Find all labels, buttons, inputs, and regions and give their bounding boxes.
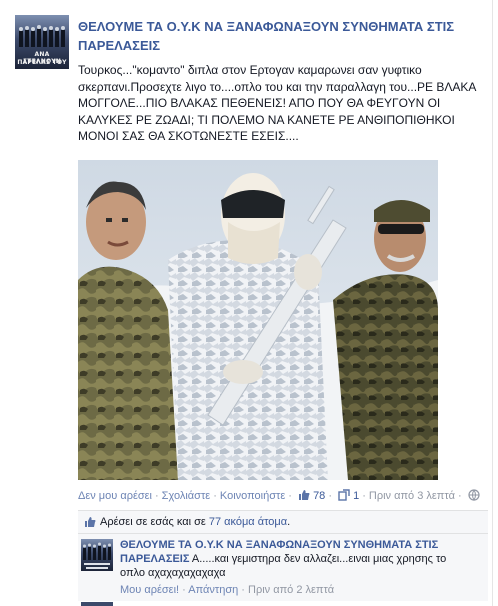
post-photo[interactable] (78, 160, 438, 480)
avatar-caption: ΠΑΡΕΛΑΣ ΤΟΥ (17, 59, 67, 66)
likes-others-link[interactable]: 77 ακόμα άτομα (209, 516, 287, 528)
comment-timestamp[interactable]: Πριν από 2 λεπτά (248, 584, 334, 596)
unlike-link[interactable]: Δεν μου αρέσει (78, 490, 152, 502)
comment-reply-link[interactable]: Απάντηση (188, 584, 238, 596)
comment-body: ΘΕΛΟΥΜΕ ΤΑ Ο.Υ.Κ ΝΑ ΞΑΝΑΦΩΝΑΞΟΥΝ ΣΥΝΘΗΜΑ… (120, 538, 470, 580)
post-text: Τουρκος..."κομαντο" διπλα στον Ερτογαν κ… (78, 63, 476, 143)
post-timestamp[interactable]: Πριν από 3 λεπτά (369, 490, 455, 502)
thumbs-up-icon[interactable] (298, 489, 310, 504)
soldiers-image (19, 25, 65, 47)
globe-icon (468, 489, 480, 504)
comment-meta: Μου αρέσει! · Απάντηση · Πριν από 2 λεπτ… (120, 584, 335, 596)
likes-text: Αρέσει σε εσάς και σε (100, 516, 209, 528)
post-actions: Δεν μου αρέσει · Σχολιάστε · Κοινοποιήστε · 7… (78, 489, 488, 505)
share-icon[interactable] (338, 489, 350, 504)
feedback-panel: Αρέσει σε εσάς και σε 77 ακόμα άτομα. ΘΕ… (78, 510, 488, 601)
likes-suffix: . (287, 516, 291, 528)
soldiers-image (83, 542, 111, 569)
comment: ΘΕΛΟΥΜΕ ΤΑ Ο.Υ.Κ ΝΑ ΞΑΝΑΦΩΝΑΞΟΥΝ ΣΥΝΘΗΜΑ… (78, 537, 488, 599)
column-border (492, 0, 493, 606)
photo-illustration (78, 160, 438, 480)
share-link[interactable]: Κοινοποιήστε (220, 490, 285, 502)
comment-like-link[interactable]: Μου αρέσει! (120, 584, 179, 596)
comment-link[interactable]: Σχολιάστε (162, 490, 211, 502)
likes-summary: Αρέσει σε εσάς και σε 77 ακόμα άτομα. (78, 511, 488, 534)
comment-avatar[interactable] (81, 539, 113, 571)
thumbs-up-icon (84, 516, 96, 531)
like-count[interactable]: 78 (313, 490, 325, 502)
page-name-link[interactable]: ΘΕΛΟΥΜΕ ΤΑ Ο.Υ.Κ ΝΑ ΞΑΝΑΦΩΝΑΞΟΥΝ ΣΥΝΘΗΜΑ… (78, 17, 478, 55)
page-avatar[interactable]: ΑΝΑ ΣΤΕΛΝΟΥΝ ΠΑΡΕΛΑΣ ΤΟΥ (15, 15, 69, 69)
next-comment-avatar (81, 602, 113, 606)
